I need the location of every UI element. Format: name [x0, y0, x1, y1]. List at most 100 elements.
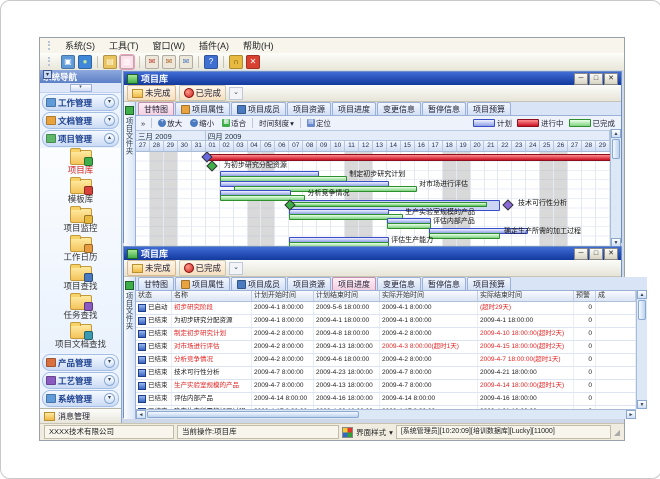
system-icon[interactable]: ▣	[61, 55, 75, 69]
section-toggle-icon[interactable]: ▾	[104, 115, 115, 126]
mail-send-icon[interactable]: ✉	[145, 55, 159, 69]
tab-5[interactable]: 项目进度	[332, 102, 376, 115]
window-minimize-button[interactable]: ─	[574, 248, 588, 260]
menu-item-1[interactable]: 系统(S)	[58, 38, 102, 53]
table-row[interactable]: 已结束技术可行性分析2009-4-7 8:00:002009-4-23 18:0…	[136, 367, 636, 380]
zoom-in-button[interactable]: +放大	[156, 118, 184, 129]
window-maximize-button[interactable]: □	[589, 73, 603, 85]
finished-filter-button[interactable]: 已完成	[179, 85, 227, 101]
exit-icon[interactable]: ✕	[246, 55, 260, 69]
toolbar-overflow-button[interactable]: ⌄	[229, 87, 243, 100]
table-row[interactable]: 已结束为初步研究分配资源2009-4-1 8:00:002009-4-1 18:…	[136, 315, 636, 328]
table-row[interactable]: 已启动初步研究阶段2009-4-1 8:00:002009-5-6 18:00:…	[136, 302, 636, 315]
tab-5[interactable]: 项目进度	[332, 277, 376, 290]
unfinished-filter-button[interactable]: 未完成	[127, 85, 176, 101]
window-close-button[interactable]: ✕	[604, 248, 618, 260]
help-icon[interactable]: ?	[204, 55, 218, 69]
open-folder-icon[interactable]: ▤	[103, 55, 117, 69]
column-header[interactable]: 计划结束时间	[314, 291, 380, 301]
sidebar-item-6[interactable]: 任务查找	[40, 295, 121, 323]
scroll-up-icon[interactable]: ▲	[637, 290, 647, 299]
task-done-bar[interactable]	[429, 233, 501, 239]
scroll-up-icon[interactable]: ▲	[611, 129, 621, 138]
mail-manage-icon[interactable]: ✉	[179, 55, 193, 69]
menu-item-3[interactable]: 窗口(W)	[146, 38, 193, 53]
column-header[interactable]: 成	[596, 291, 636, 301]
sidebar-section-4[interactable]: 产品管理▾	[42, 354, 119, 371]
column-header[interactable]: 状态	[136, 291, 172, 301]
sidebar-section-6[interactable]: 系统管理▾	[42, 390, 119, 407]
sidebar-item-1[interactable]: 项目库	[40, 150, 121, 178]
scrollbar-thumb[interactable]	[147, 411, 359, 418]
scrollbar-thumb[interactable]	[638, 300, 646, 320]
timescale-button[interactable]: 时间刻度▾	[257, 118, 296, 129]
menu-item-2[interactable]: 工具(T)	[102, 38, 146, 53]
tab-4[interactable]: 项目资源	[287, 277, 331, 290]
tab-3[interactable]: 项目成员	[231, 277, 286, 290]
column-header[interactable]: 名称	[172, 291, 252, 301]
scroll-right-icon[interactable]: ►	[626, 410, 636, 419]
table-vertical-scrollbar[interactable]: ▲ ▼	[636, 290, 647, 409]
tab-7[interactable]: 暂停信息	[422, 277, 466, 290]
tab-6[interactable]: 变更信息	[377, 102, 421, 115]
sidebar-collapse-icon[interactable]: ▾	[43, 70, 52, 79]
zoom-out-button[interactable]: −缩小	[188, 118, 216, 129]
scroll-down-icon[interactable]: ▼	[637, 400, 647, 409]
table-horizontal-scrollbar[interactable]: ◄ ►	[136, 409, 636, 419]
sidebar-item-3[interactable]: 项目监控	[40, 208, 121, 236]
window-layout-icon[interactable]: ▥	[120, 55, 134, 69]
progress-window-titlebar[interactable]: 项目库 ─□✕	[124, 247, 621, 260]
menu-item-4[interactable]: 插件(A)	[192, 38, 236, 53]
tab-3[interactable]: 项目成员	[231, 102, 286, 115]
table-row[interactable]: 已结束生产实验室规模的产品2009-4-7 8:00:002009-4-13 1…	[136, 380, 636, 393]
scroll-left-icon[interactable]: ◄	[136, 410, 146, 419]
tab-1[interactable]: 甘特图	[138, 102, 174, 115]
tab-1[interactable]: 甘特图	[138, 277, 174, 290]
toolbar-overflow-button[interactable]: ⌄	[229, 262, 243, 275]
finished-filter-button[interactable]: 已完成	[179, 260, 227, 276]
section-toggle-icon[interactable]: ▴	[104, 133, 115, 144]
globe-icon[interactable]: ●	[78, 55, 92, 69]
window-maximize-button[interactable]: □	[589, 248, 603, 260]
sidebar-section-1[interactable]: 工作管理▾	[42, 94, 119, 111]
message-management-tab[interactable]: 消息管理	[40, 408, 121, 423]
sidebar-section-3[interactable]: 项目管理▴	[42, 130, 119, 147]
section-toggle-icon[interactable]: ▾	[104, 97, 115, 108]
section-toggle-icon[interactable]: ▾	[104, 357, 115, 368]
lock-icon[interactable]: ∩	[229, 55, 243, 69]
tab-6[interactable]: 变更信息	[377, 277, 421, 290]
style-palette-icon[interactable]	[342, 427, 353, 438]
table-row[interactable]: 已结束对市场进行评估2009-4-2 8:00:002009-4-13 18:0…	[136, 341, 636, 354]
tab-2[interactable]: 项目属性	[175, 277, 230, 290]
scrollbar-thumb[interactable]	[612, 139, 620, 159]
gantt-window-titlebar[interactable]: 项目库 ─□✕	[124, 72, 621, 85]
mail-receive-icon[interactable]: ✉	[162, 55, 176, 69]
locate-button[interactable]: ▤定位	[305, 118, 333, 129]
sidebar-section-2[interactable]: 文档管理▾	[42, 112, 119, 129]
tab-8[interactable]: 项目预算	[467, 277, 511, 290]
project-folders-side-tab[interactable]: 项目文件夹	[124, 277, 136, 419]
tab-8[interactable]: 项目预算	[467, 102, 511, 115]
column-header[interactable]: 计划开始时间	[252, 291, 314, 301]
section-toggle-icon[interactable]: ▾	[104, 375, 115, 386]
tab-2[interactable]: 项目属性	[175, 102, 230, 115]
project-summary-bar[interactable]	[206, 154, 610, 161]
window-close-button[interactable]: ✕	[604, 73, 618, 85]
column-header[interactable]: 实际结束时间	[478, 291, 574, 301]
table-row[interactable]: 已结束评估内部产品2009-4-14 8:00:002009-4-16 18:0…	[136, 393, 636, 406]
window-minimize-button[interactable]: ─	[574, 73, 588, 85]
drag-grip[interactable]	[48, 57, 53, 66]
fit-button[interactable]: ▦适合	[220, 118, 248, 129]
section-toggle-icon[interactable]: ▾	[104, 393, 115, 404]
table-row[interactable]: 已结束分析竞争情况2009-4-2 8:00:002009-4-6 18:00:…	[136, 354, 636, 367]
task-done-bar[interactable]	[387, 223, 431, 229]
sidebar-section-5[interactable]: 工艺管理▾	[42, 372, 119, 389]
interface-style-label[interactable]: 界面样式	[356, 427, 386, 438]
sidebar-item-4[interactable]: 工作日历	[40, 237, 121, 265]
sidebar-item-2[interactable]: 模板库	[40, 179, 121, 207]
tab-4[interactable]: 项目资源	[287, 102, 331, 115]
sidebar-item-5[interactable]: 项目查找	[40, 266, 121, 294]
menu-item-5[interactable]: 帮助(H)	[236, 38, 281, 53]
more-tools-button[interactable]: »	[139, 119, 147, 128]
drag-grip[interactable]	[48, 41, 53, 50]
